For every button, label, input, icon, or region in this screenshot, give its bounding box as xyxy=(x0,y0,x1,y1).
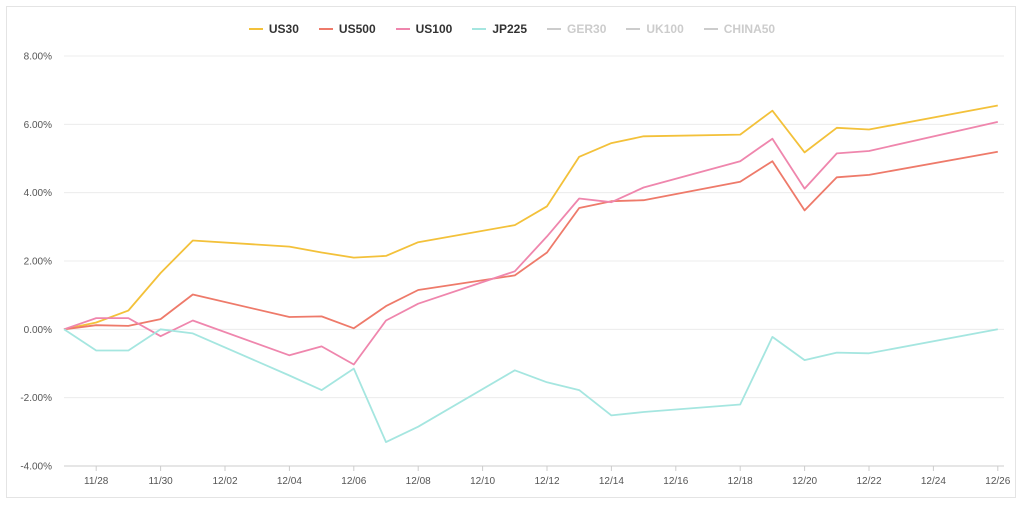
series-line-us100 xyxy=(63,121,998,366)
x-tick-label: 12/02 xyxy=(212,476,237,487)
y-axis-ticks: -4.00% -2.00% 0.00% 2.00% 4.00% 6.00% 8.00% xyxy=(20,52,52,473)
y-tick-label: 0.00% xyxy=(24,325,52,336)
x-tick-label: 12/08 xyxy=(406,476,431,487)
y-tick-label: 4.00% xyxy=(24,188,52,199)
x-tick-label: 12/24 xyxy=(921,476,946,487)
x-axis: 11/28 11/30 12/02 12/04 12/06 12/08 12/10 12/12… xyxy=(64,465,1011,487)
x-tick-label: 11/28 xyxy=(84,476,109,487)
x-tick-label: 12/20 xyxy=(792,476,817,487)
x-tick-label: 12/18 xyxy=(728,476,753,487)
y-tick-label: -4.00% xyxy=(20,462,52,473)
x-tick-label: 12/04 xyxy=(277,476,302,487)
line-chart: -4.00% -2.00% 0.00% 2.00% 4.00% 6.00% 8.00% 11… xyxy=(20,52,1011,488)
y-tick-label: 6.00% xyxy=(24,120,52,131)
series-lines xyxy=(63,104,998,444)
x-tick-label: 12/26 xyxy=(985,476,1010,487)
x-tick-label: 12/22 xyxy=(856,476,881,487)
y-tick-label: 2.00% xyxy=(24,257,52,268)
x-tick-label: 12/10 xyxy=(470,476,495,487)
series-line-jp225 xyxy=(63,328,998,444)
x-tick-label: 12/12 xyxy=(534,476,559,487)
x-tick-label: 11/30 xyxy=(148,476,173,487)
x-tick-label: 12/16 xyxy=(663,476,688,487)
series-line-us30 xyxy=(63,104,998,331)
y-tick-label: 8.00% xyxy=(24,52,52,63)
x-tick-label: 12/06 xyxy=(341,476,366,487)
y-tick-label: -2.00% xyxy=(20,393,52,404)
x-tick-label: 12/14 xyxy=(599,476,624,487)
